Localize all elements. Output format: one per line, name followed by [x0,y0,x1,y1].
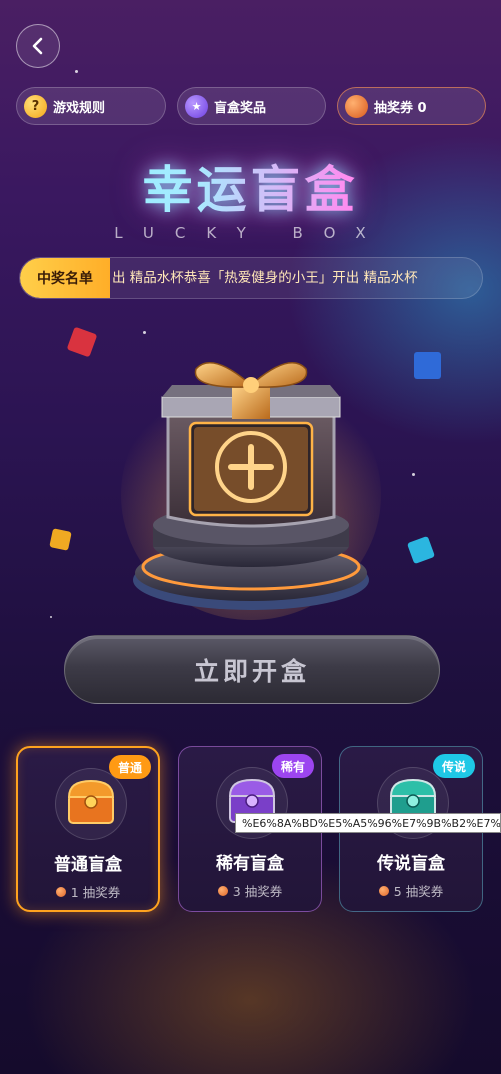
coin-icon [55,886,66,897]
box-name: 普通盲盒 [54,855,122,875]
blindbox-prizes-button[interactable]: ★ 盲盒奖品 [177,87,326,125]
back-button[interactable] [16,24,60,68]
url-tooltip: %E6%8A%BD%E5%A5%96%E7%9B%B2%E7%9B%92 [235,813,501,833]
sparkle-dot [75,70,78,73]
chest-icon [55,768,127,840]
page-title: 幸运盲盒 [0,150,501,222]
sparkle-dot [412,473,415,476]
coin-icon [378,885,389,896]
game-rules-label: 游戏规则 [53,100,106,116]
coin-icon [217,885,228,896]
winners-text: 出 精品水杯恭喜「热爱健身的小王」开出 精品水杯 [112,270,418,286]
box-cost-label: 1 抽奖券 [70,885,121,900]
ticket-balance[interactable]: 抽奖券 0 [337,87,486,125]
sparkle-dot [143,331,146,334]
open-box-button[interactable]: 立即开盒 [64,635,440,704]
ticket-balance-label: 抽奖券 0 [374,100,427,116]
winners-tag: 中奖名单 [20,258,110,298]
coin-icon [345,94,368,118]
box-cost: 5 抽奖券 [340,881,482,900]
box-cost-label: 5 抽奖券 [393,884,444,899]
question-icon: ? [24,94,47,118]
box-cost: 3 抽奖券 [179,881,321,900]
chevron-left-icon [32,37,43,55]
page-subtitle: LUCKY BOX [114,224,387,242]
star-icon: ★ [185,94,208,118]
box-cost: 1 抽奖券 [18,882,158,901]
game-rules-button[interactable]: ? 游戏规则 [16,87,166,125]
box-cost-label: 3 抽奖券 [232,884,283,899]
normal-box-card[interactable]: 普通 普通盲盒 1 抽奖券 [16,746,160,912]
box-name: 传说盲盒 [377,854,445,874]
blindbox-prizes-label: 盲盒奖品 [214,100,267,116]
open-box-label: 立即开盒 [193,656,310,686]
yellow-cube-decoration [49,528,72,551]
winners-marquee: 中奖名单 出 精品水杯恭喜「热爱健身的小王」开出 精品水杯 [19,257,483,299]
cyan-cube-decoration [406,535,436,565]
sparkle-dot [50,616,52,618]
box-name: 稀有盲盒 [216,854,284,874]
gift-box-illustration [121,362,381,620]
red-cube-decoration [66,326,98,358]
blue-cube-decoration [414,352,441,379]
